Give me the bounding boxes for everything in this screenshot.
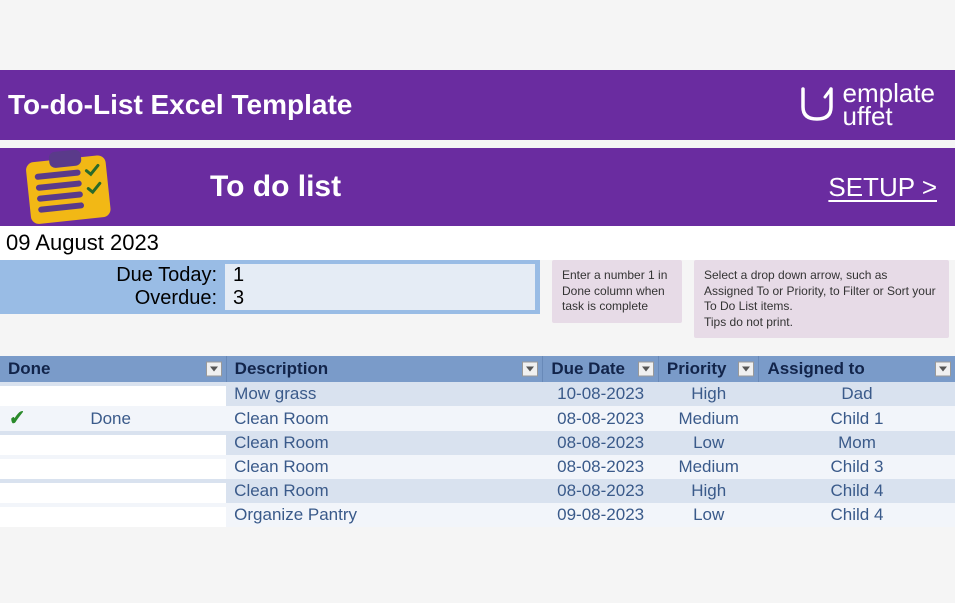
table-row[interactable]: Clean Room08-08-2023MediumChild 3 xyxy=(0,455,955,479)
table-row[interactable]: Mow grass10-08-2023HighDad xyxy=(0,382,955,406)
filter-assigned-icon[interactable] xyxy=(935,362,951,377)
sub-title: To do list xyxy=(210,170,341,204)
col-header-priority-label: Priority xyxy=(667,359,727,378)
clipboard-icon xyxy=(6,141,124,232)
cell-description[interactable]: Organize Pantry xyxy=(226,503,543,527)
cell-assigned[interactable]: Mom xyxy=(759,431,955,455)
filter-description-icon[interactable] xyxy=(522,362,538,377)
cell-assigned[interactable]: Child 4 xyxy=(759,479,955,503)
due-today-label: Due Today: xyxy=(0,264,225,287)
setup-link[interactable]: SETUP > xyxy=(828,172,937,203)
cell-description[interactable]: Clean Room xyxy=(226,431,543,455)
cell-done[interactable] xyxy=(0,382,226,386)
col-header-assigned[interactable]: Assigned to xyxy=(759,356,955,382)
col-header-priority[interactable]: Priority xyxy=(658,356,759,382)
cell-due-date[interactable]: 08-08-2023 xyxy=(543,479,659,503)
cell-description[interactable]: Clean Room xyxy=(226,406,543,431)
cell-description[interactable]: Mow grass xyxy=(226,382,543,406)
cell-priority[interactable]: High xyxy=(658,382,759,406)
table-row[interactable]: Clean Room08-08-2023LowMom xyxy=(0,431,955,455)
col-header-done-label: Done xyxy=(8,359,51,378)
col-header-assigned-label: Assigned to xyxy=(767,359,864,378)
cell-due-date[interactable]: 08-08-2023 xyxy=(543,431,659,455)
table-row[interactable]: Organize Pantry09-08-2023LowChild 4 xyxy=(0,503,955,527)
logo: emplate uffet xyxy=(795,82,936,129)
table-row[interactable]: ✔DoneClean Room08-08-2023MediumChild 1 xyxy=(0,406,955,431)
col-header-done[interactable]: Done xyxy=(0,356,226,382)
logo-cart-icon xyxy=(795,83,839,127)
tip-filter-sort: Select a drop down arrow, such as Assign… xyxy=(694,260,949,338)
cell-priority[interactable]: Medium xyxy=(658,455,759,479)
todo-table-container: Done Description Due Date Priority Assig… xyxy=(0,356,955,527)
cell-done[interactable] xyxy=(0,455,226,459)
cell-priority[interactable]: Low xyxy=(658,503,759,527)
cell-assigned[interactable]: Child 4 xyxy=(759,503,955,527)
filter-due-date-icon[interactable] xyxy=(638,362,654,377)
tip-done-column: Enter a number 1 in Done column when tas… xyxy=(552,260,682,323)
todo-table: Done Description Due Date Priority Assig… xyxy=(0,356,955,527)
header-banner: To-do-List Excel Template emplate uffet xyxy=(0,70,955,140)
cell-priority[interactable]: Low xyxy=(658,431,759,455)
logo-text: emplate uffet xyxy=(843,82,936,129)
col-header-due-date-label: Due Date xyxy=(551,359,625,378)
cell-done[interactable]: ✔Done xyxy=(0,406,226,431)
header-title: To-do-List Excel Template xyxy=(8,89,352,121)
cell-done[interactable] xyxy=(0,503,226,507)
summary-box: Due Today: 1 Overdue: 3 xyxy=(0,260,540,314)
col-header-description[interactable]: Description xyxy=(226,356,543,382)
due-today-value: 1 xyxy=(225,264,535,287)
table-row[interactable]: Clean Room08-08-2023HighChild 4 xyxy=(0,479,955,503)
cell-done[interactable] xyxy=(0,431,226,435)
cell-due-date[interactable]: 09-08-2023 xyxy=(543,503,659,527)
logo-text-bottom: uffet xyxy=(843,105,936,128)
cell-description[interactable]: Clean Room xyxy=(226,479,543,503)
cell-priority[interactable]: High xyxy=(658,479,759,503)
cell-priority[interactable]: Medium xyxy=(658,406,759,431)
cell-due-date[interactable]: 08-08-2023 xyxy=(543,406,659,431)
overdue-label: Overdue: xyxy=(0,287,225,310)
col-header-description-label: Description xyxy=(235,359,329,378)
cell-assigned[interactable]: Dad xyxy=(759,382,955,406)
col-header-due-date[interactable]: Due Date xyxy=(543,356,659,382)
overdue-value: 3 xyxy=(225,287,535,310)
cell-due-date[interactable]: 10-08-2023 xyxy=(543,382,659,406)
cell-due-date[interactable]: 08-08-2023 xyxy=(543,455,659,479)
cell-description[interactable]: Clean Room xyxy=(226,455,543,479)
filter-priority-icon[interactable] xyxy=(738,362,754,377)
done-label: Done xyxy=(3,409,218,429)
sub-banner: To do list SETUP > xyxy=(0,148,955,226)
summary-section: Due Today: 1 Overdue: 3 Enter a number 1… xyxy=(0,260,955,338)
cell-assigned[interactable]: Child 3 xyxy=(759,455,955,479)
cell-done[interactable] xyxy=(0,479,226,483)
current-date: 09 August 2023 xyxy=(0,226,955,260)
filter-done-icon[interactable] xyxy=(206,362,222,377)
cell-assigned[interactable]: Child 1 xyxy=(759,406,955,431)
